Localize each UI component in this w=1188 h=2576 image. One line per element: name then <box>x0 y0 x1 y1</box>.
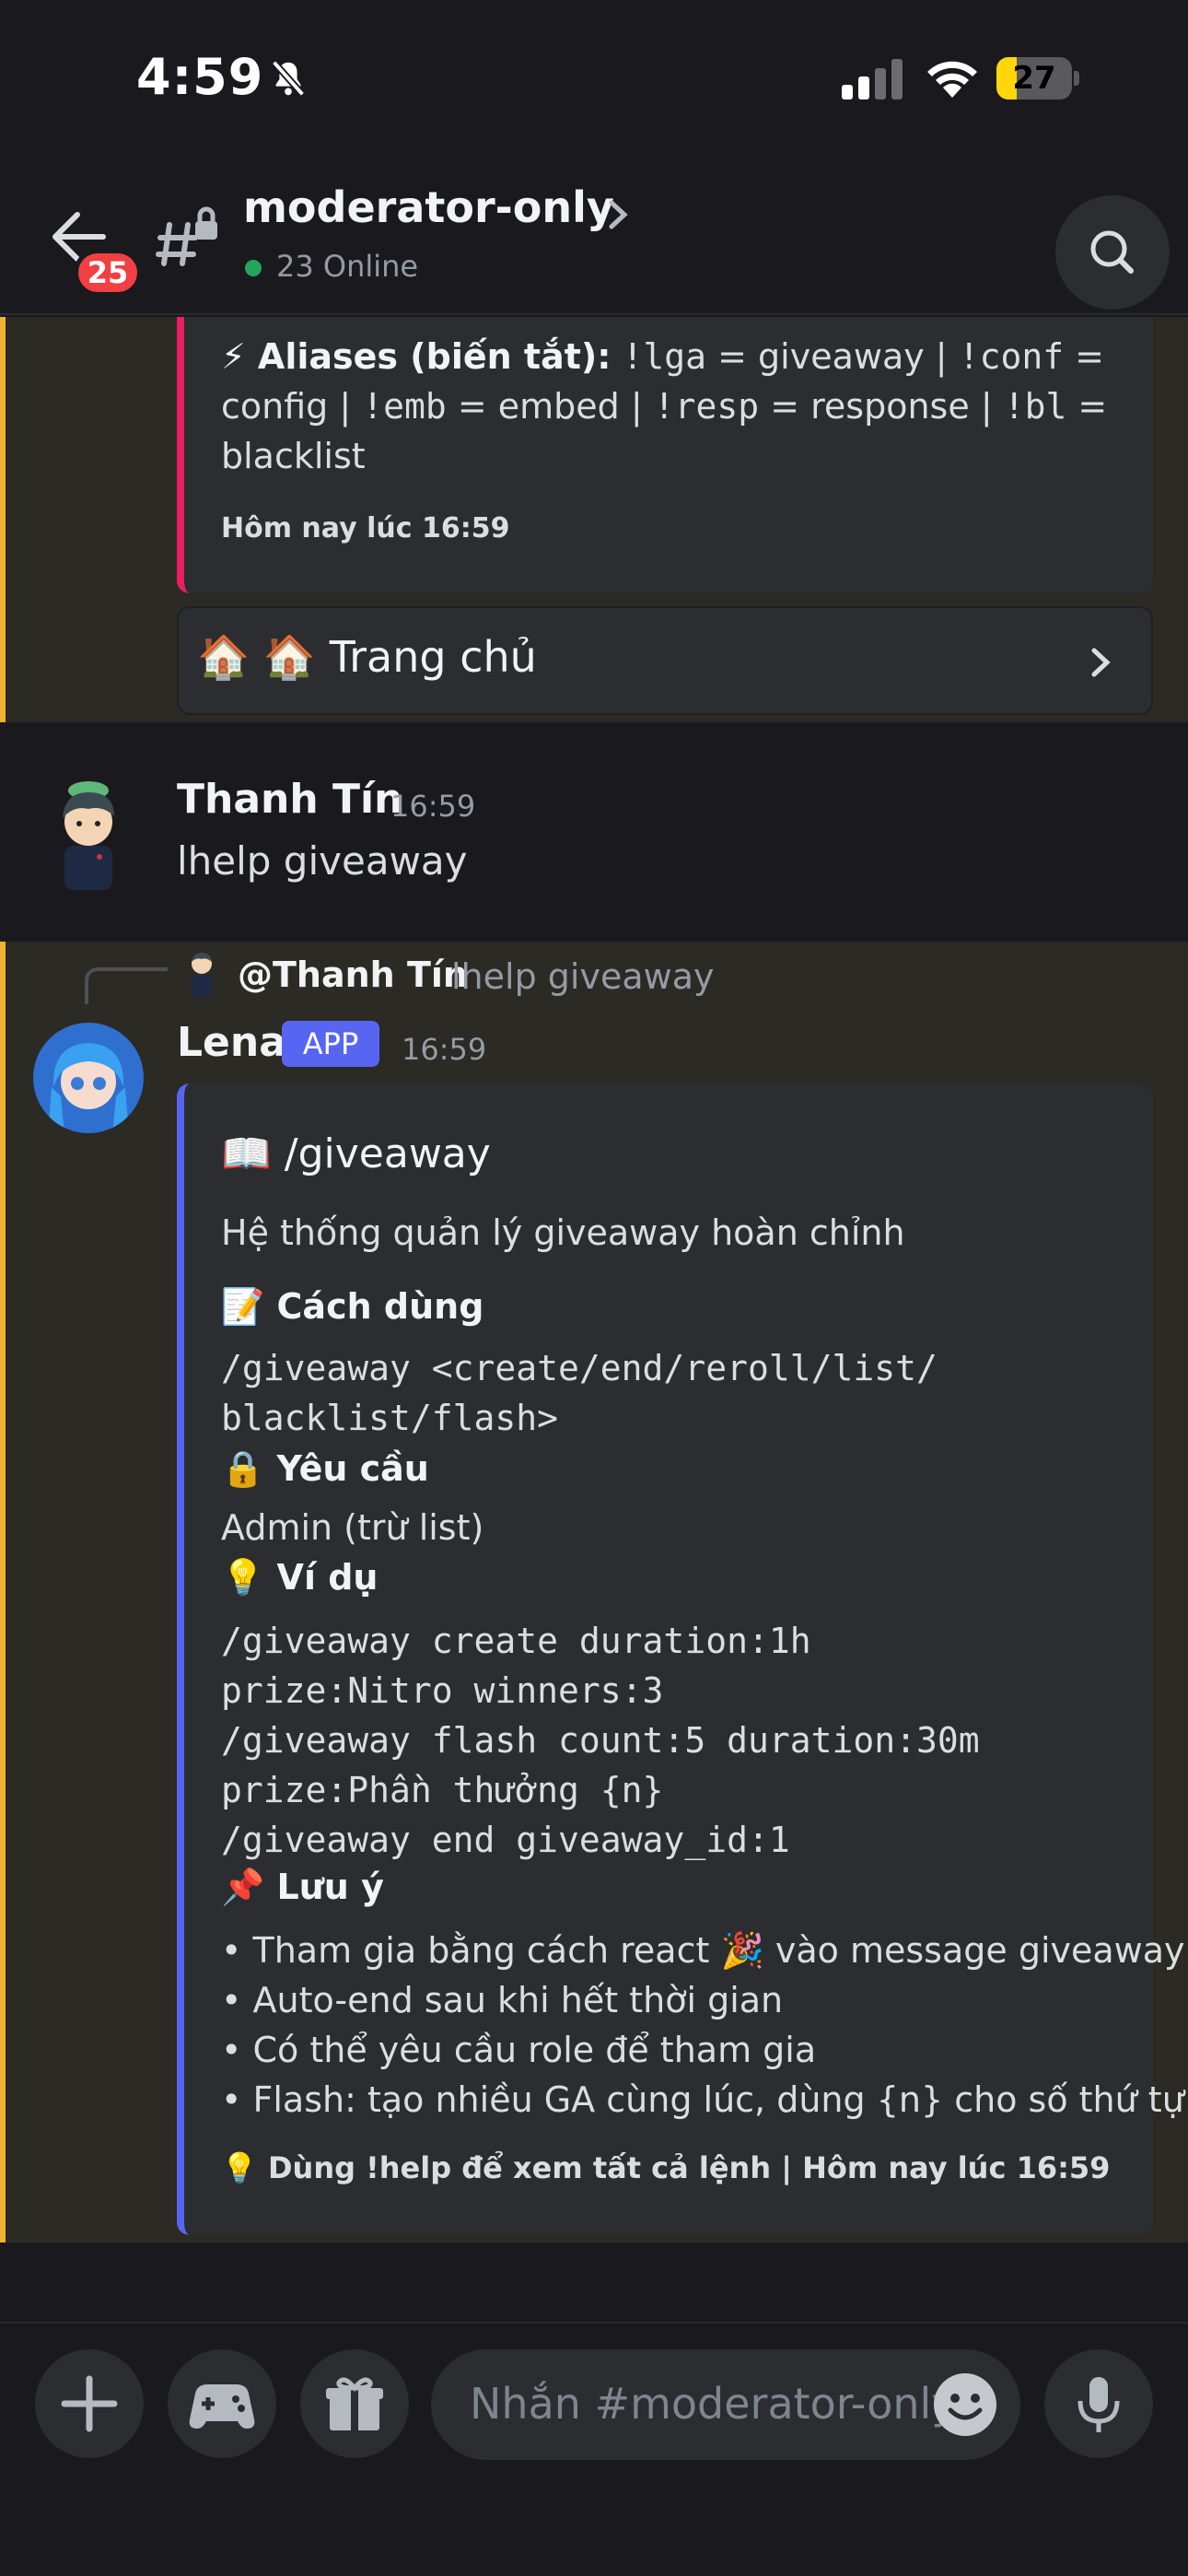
battery-text: 27 <box>1012 60 1056 97</box>
reply-avatar <box>192 953 212 997</box>
aliases-text: ⚡ Aliases (biến tắt): !lga = giveaway | … <box>221 336 1108 476</box>
message-input-placeholder[interactable]: Nhắn #moderator-only <box>470 2379 957 2429</box>
wifi-icon <box>927 61 977 98</box>
plus-icon <box>61 2375 118 2432</box>
unread-badge: 25 <box>74 249 142 297</box>
user-message <box>0 722 1188 942</box>
field-notes-label: 📌 Lưu ý <box>221 1867 384 1907</box>
search-icon <box>1090 230 1134 274</box>
embed-description: Hệ thống quản lý giveaway hoàn chỉnh <box>221 1212 905 1253</box>
signal-icon <box>842 59 903 100</box>
add-attachment-button[interactable] <box>35 2349 144 2458</box>
activities-button[interactable] <box>168 2349 276 2458</box>
channel-title[interactable]: moderator-only <box>243 182 614 232</box>
status-time: 4:59 <box>136 48 264 106</box>
gift-button[interactable] <box>300 2349 409 2458</box>
user-avatar[interactable] <box>33 770 144 894</box>
bell-muted-icon <box>271 60 306 97</box>
gift-icon <box>326 2377 383 2430</box>
message-content: lhelp giveaway <box>177 838 468 884</box>
search-button[interactable] <box>1055 195 1170 310</box>
online-status-dot <box>245 260 262 276</box>
embed-footer: Hôm nay lúc 16:59 <box>221 512 510 544</box>
emoji-button[interactable] <box>934 2373 996 2436</box>
note-item: • Có thể yêu cầu role để tham gia <box>221 2030 817 2070</box>
app-badge: APP <box>282 1021 379 1067</box>
locked-channel-icon <box>156 206 217 266</box>
aliases-label: ⚡ Aliases (biến tắt): <box>221 336 611 377</box>
reply-preview[interactable]: lhelp giveaway <box>451 956 714 997</box>
home-button-label[interactable]: 🏠 🏠 Trang chủ <box>197 632 537 683</box>
bot-avatar[interactable] <box>33 1023 144 1133</box>
chevron-right-icon[interactable] <box>604 195 632 234</box>
embed-title: 📖 /giveaway <box>221 1130 491 1177</box>
voice-message-button[interactable] <box>1044 2349 1153 2458</box>
note-item: • Auto-end sau khi hết thời gian <box>221 1980 784 2020</box>
battery-indicator: 27 <box>996 57 1079 100</box>
message-timestamp: 16:59 <box>390 789 476 824</box>
field-usage-label: 📝 Cách dùng <box>221 1286 484 1327</box>
message-author[interactable]: Thanh Tín <box>177 776 402 823</box>
microphone-icon <box>1077 2377 1120 2432</box>
message-timestamp: 16:59 <box>402 1032 487 1067</box>
field-usage-code: /giveaway <create/end/reroll/list/ black… <box>221 1348 938 1438</box>
gamepad-icon <box>189 2384 255 2429</box>
message-author[interactable]: Lena <box>177 1019 286 1066</box>
field-notes-list: • Tham gia bằng cách react 🎉 vào message… <box>221 1926 1185 2125</box>
smiley-icon <box>948 2394 983 2420</box>
chevron-right-icon[interactable] <box>1087 643 1114 682</box>
reply-author[interactable]: @Thanh Tín <box>238 954 468 995</box>
field-example-label: 💡 Ví dụ <box>221 1557 379 1598</box>
embed-footer: 💡 Dùng !help để xem tất cả lệnh | Hôm na… <box>221 2150 1111 2185</box>
note-item: • Tham gia bằng cách react 🎉 vào message… <box>221 1930 1185 1971</box>
online-count: 23 Online <box>276 249 419 284</box>
field-requirements-label: 🔒 Yêu cầu <box>221 1448 429 1489</box>
reply-connector <box>85 967 168 1004</box>
field-requirements-value: Admin (trừ list) <box>221 1507 484 1548</box>
field-example-code: /giveaway create duration:1h prize:Nitro… <box>221 1621 980 1860</box>
note-item: • Flash: tạo nhiều GA cùng lúc, dùng {n}… <box>221 2079 1184 2120</box>
